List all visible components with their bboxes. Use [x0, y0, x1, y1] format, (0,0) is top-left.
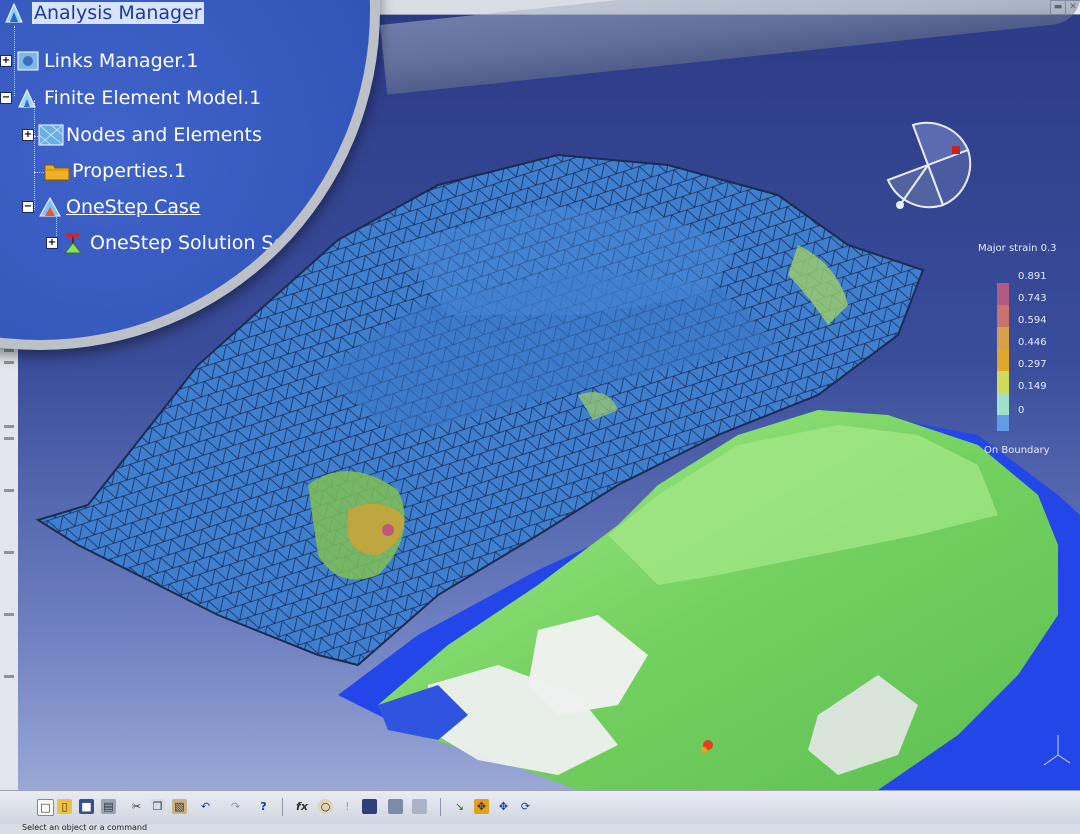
- legend-value: 0.594: [1018, 315, 1047, 326]
- legend-swatch-6: [997, 415, 1009, 431]
- knowledge-icon[interactable]: ○: [318, 799, 333, 814]
- expand-toggle[interactable]: +: [46, 237, 58, 249]
- new-icon[interactable]: □: [37, 799, 54, 816]
- fly-icon[interactable]: ↘: [452, 799, 467, 814]
- save-icon[interactable]: ■: [79, 799, 94, 814]
- analysis-manager-icon: [4, 2, 28, 24]
- collapse-toggle[interactable]: −: [22, 201, 34, 213]
- tree-node-finite-element-model[interactable]: − Finite Element Model.1: [0, 87, 261, 109]
- cut-icon[interactable]: ✂: [129, 799, 144, 814]
- status-text: Select an object or a command: [22, 823, 148, 832]
- fem-icon: [16, 87, 40, 109]
- legend-swatch-1: [997, 305, 1009, 327]
- links-manager-icon: [16, 50, 40, 72]
- folder-icon: [44, 160, 70, 182]
- legend-value: 0.149: [1018, 381, 1047, 392]
- solution-set-icon: [62, 232, 86, 254]
- case-icon: [38, 196, 62, 218]
- compass-widget[interactable]: [886, 121, 972, 209]
- legend-value: 0.297: [1018, 359, 1047, 370]
- open-icon[interactable]: ▯: [57, 799, 72, 814]
- expand-toggle[interactable]: +: [22, 129, 34, 141]
- copy-icon[interactable]: ❐: [150, 799, 165, 814]
- paste-icon[interactable]: ▧: [172, 799, 187, 814]
- bottom-toolbar: □ ▯ ■ ▤ ✂ ❐ ▧ ↶ ↷ ? fx ○ ! ↘ ✥ ✥ ⟳: [0, 790, 1080, 825]
- tree-node-links-manager[interactable]: + Links Manager.1: [0, 50, 199, 72]
- tree-node-analysis-manager[interactable]: Analysis Manager: [4, 2, 204, 24]
- status-bar: Select an object or a command: [0, 823, 1080, 834]
- legend-value: 0.891: [1018, 271, 1047, 282]
- pan-icon[interactable]: ✥: [496, 799, 511, 814]
- tree-label: Analysis Manager: [32, 2, 204, 24]
- legend-swatch-4: [997, 371, 1009, 393]
- catalog-icon[interactable]: [362, 799, 377, 814]
- mesh-icon: [38, 124, 64, 146]
- tree-node-nodes-and-elements[interactable]: + Nodes and Elements: [22, 124, 262, 146]
- tree-label: Links Manager.1: [44, 50, 199, 72]
- tree-label: OneStep Solution Set: [90, 232, 293, 254]
- tree-label: Finite Element Model.1: [44, 87, 262, 109]
- layers-icon[interactable]: [412, 799, 427, 814]
- legend-swatch-0: [997, 283, 1009, 305]
- toolbar-separator: [282, 798, 283, 816]
- catia-window: ▬ ✕: [0, 0, 1080, 834]
- legend-value: 0: [1018, 405, 1025, 416]
- tree-label: Nodes and Elements: [66, 124, 262, 146]
- tree-node-onestep-case[interactable]: − OneStep Case: [22, 196, 200, 218]
- toolbar-separator: [440, 798, 441, 816]
- legend-swatch-3: [997, 349, 1009, 371]
- rotate-icon[interactable]: ⟳: [518, 799, 533, 814]
- tree-label: Properties.1: [72, 160, 187, 182]
- legend-value: 0.743: [1018, 293, 1047, 304]
- tree-label: OneStep Case: [66, 196, 201, 218]
- legend-title: Major strain 0.3: [978, 243, 1057, 254]
- legend-swatch-5: [997, 393, 1009, 415]
- undo-icon[interactable]: ↶: [198, 799, 213, 814]
- properties-icon[interactable]: [388, 799, 403, 814]
- tree-node-onestep-solution-set[interactable]: + OneStep Solution Set: [46, 232, 293, 254]
- tree-node-properties[interactable]: Properties.1: [44, 160, 186, 182]
- collapse-toggle[interactable]: −: [0, 92, 12, 104]
- legend-footer: On Boundary: [984, 445, 1050, 456]
- legend-swatch-2: [997, 327, 1009, 349]
- formula-icon[interactable]: fx: [292, 799, 312, 814]
- whats-this-icon[interactable]: ?: [256, 799, 271, 814]
- info-icon[interactable]: !: [340, 799, 355, 814]
- expand-toggle[interactable]: +: [0, 55, 12, 67]
- print-icon[interactable]: ▤: [101, 799, 116, 814]
- redo-icon[interactable]: ↷: [228, 799, 243, 814]
- legend-value: 0.446: [1018, 337, 1047, 348]
- fit-all-icon[interactable]: ✥: [474, 799, 489, 814]
